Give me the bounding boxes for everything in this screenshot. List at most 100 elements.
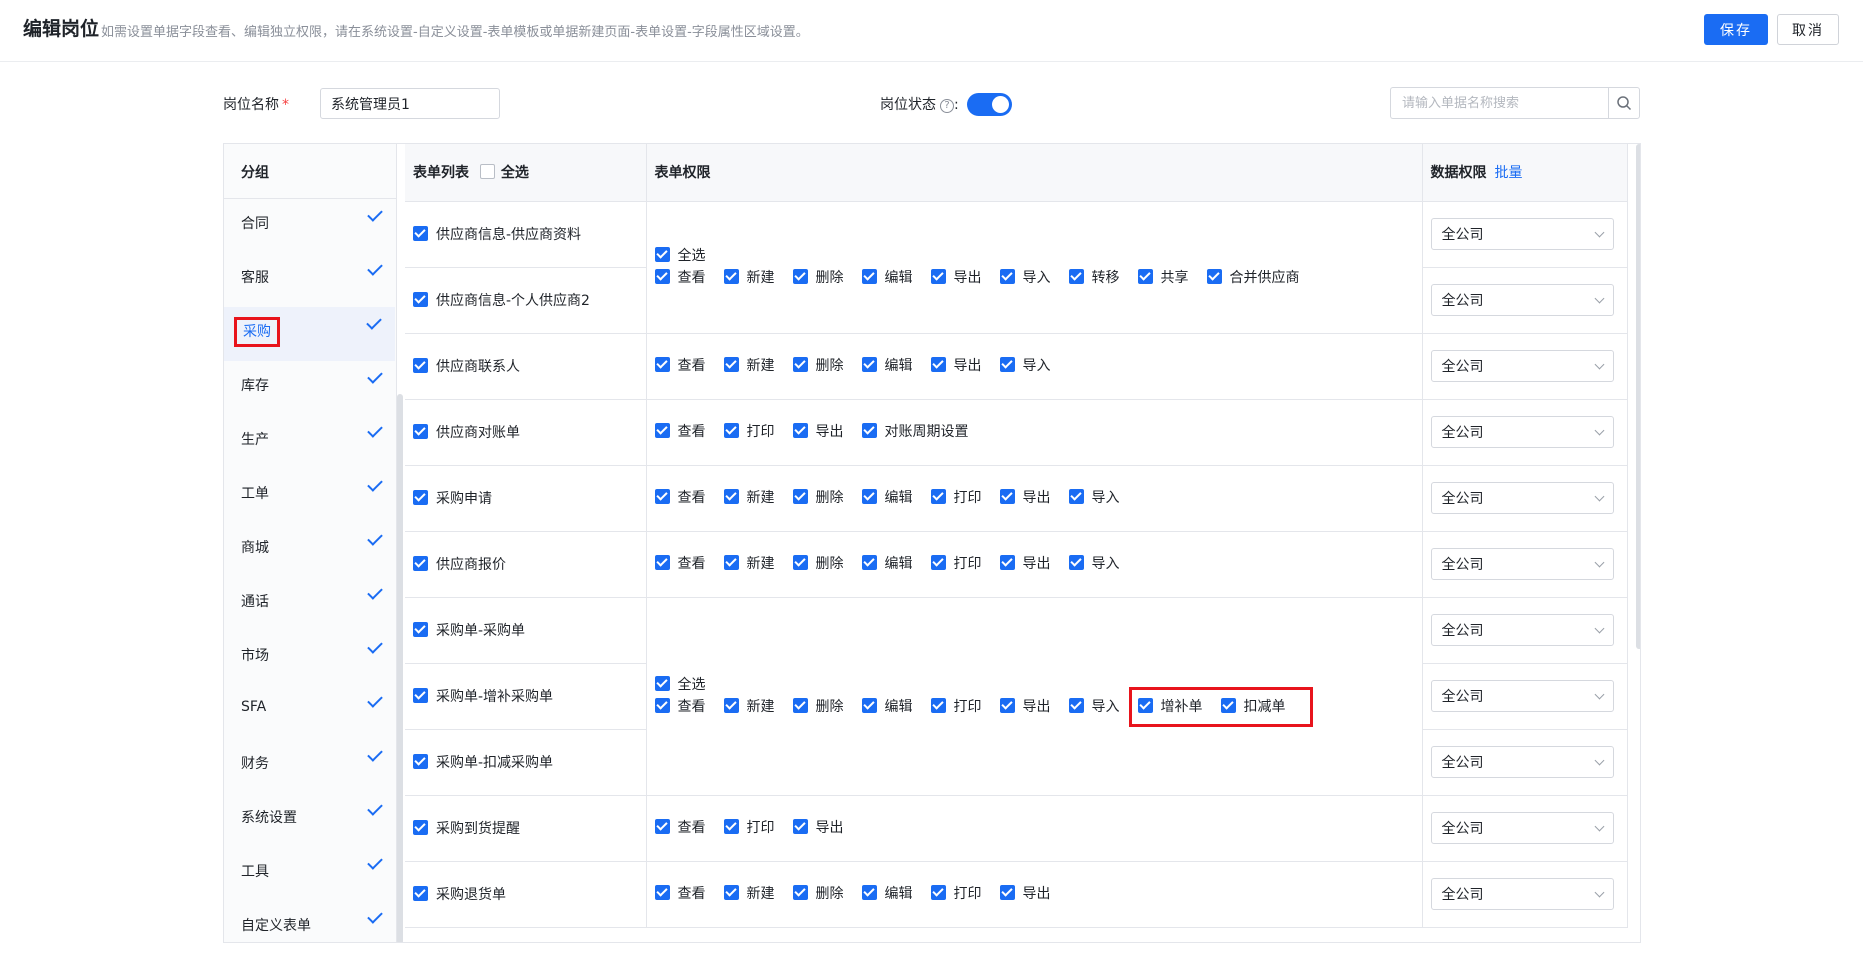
perm-item[interactable]: 导出 xyxy=(999,553,1051,575)
perm-item[interactable]: 查看 xyxy=(654,487,706,509)
perm-item[interactable]: 新建 xyxy=(723,355,775,377)
perm-item[interactable]: 导出 xyxy=(930,355,982,377)
row-checkbox[interactable] xyxy=(413,688,428,703)
perm-item[interactable]: 编辑 xyxy=(861,487,913,509)
sidebar-item-contract[interactable]: 合同 xyxy=(224,199,396,253)
perm-item[interactable]: 导入 xyxy=(1068,696,1120,718)
data-scope-select[interactable]: 全公司 xyxy=(1430,746,1614,778)
sidebar-item-service[interactable]: 客服 xyxy=(224,253,396,307)
perm-checkbox[interactable] xyxy=(861,489,877,504)
sidebar-item-system-settings[interactable]: 系统设置 xyxy=(224,793,396,847)
sidebar-item-mall[interactable]: 商城 xyxy=(224,523,396,577)
perm-checkbox[interactable] xyxy=(1068,555,1084,570)
position-name-input[interactable] xyxy=(320,88,500,119)
perm-item[interactable]: 导入 xyxy=(1068,553,1120,575)
perm-item[interactable]: 导出 xyxy=(999,696,1051,718)
perm-checkbox[interactable] xyxy=(930,489,946,504)
perm-checkbox[interactable] xyxy=(792,489,808,504)
perm-item[interactable]: 导出 xyxy=(999,487,1051,509)
perm-checkbox[interactable] xyxy=(654,698,670,713)
perm-item[interactable]: 打印 xyxy=(930,553,982,575)
batch-link[interactable]: 批量 xyxy=(1495,165,1523,181)
perm-checkbox[interactable] xyxy=(792,423,808,438)
perm-checkbox[interactable] xyxy=(654,489,670,504)
perm-item[interactable]: 编辑 xyxy=(861,267,913,289)
perm-item[interactable]: 导出 xyxy=(930,267,982,289)
perm-checkbox[interactable] xyxy=(654,555,670,570)
perm-checkbox[interactable] xyxy=(654,819,670,834)
perm-item[interactable]: 新建 xyxy=(723,267,775,289)
row-checkbox[interactable] xyxy=(413,358,428,373)
perm-item[interactable]: 导出 xyxy=(792,421,844,443)
perm-checkbox[interactable] xyxy=(861,423,877,438)
row-checkbox[interactable] xyxy=(413,820,428,835)
sidebar-item-market[interactable]: 市场 xyxy=(224,631,396,685)
perm-checkbox[interactable] xyxy=(999,885,1015,900)
perm-checkbox[interactable] xyxy=(999,489,1015,504)
help-icon[interactable]: ? xyxy=(940,99,954,113)
perm-item[interactable]: 查看 xyxy=(654,817,706,839)
perm-checkbox[interactable] xyxy=(654,885,670,900)
data-scope-select[interactable]: 全公司 xyxy=(1430,878,1614,910)
sidebar-item-sfa[interactable]: SFA xyxy=(224,685,396,739)
perm-item[interactable]: 打印 xyxy=(723,817,775,839)
cancel-button[interactable]: 取消 xyxy=(1777,14,1839,45)
perm-item[interactable]: 新建 xyxy=(723,883,775,905)
perm-checkbox[interactable] xyxy=(1220,698,1236,713)
row-checkbox[interactable] xyxy=(413,226,428,241)
perm-checkbox[interactable] xyxy=(792,357,808,372)
sidebar-item-inventory[interactable]: 库存 xyxy=(224,361,396,415)
search-input[interactable] xyxy=(1390,87,1608,119)
perm-select-all-checkbox[interactable] xyxy=(654,247,670,262)
perm-item[interactable]: 删除 xyxy=(792,487,844,509)
perm-item[interactable]: 导出 xyxy=(792,817,844,839)
perm-item[interactable]: 打印 xyxy=(723,421,775,443)
perm-checkbox[interactable] xyxy=(999,357,1015,372)
perm-item[interactable]: 打印 xyxy=(930,883,982,905)
perm-checkbox[interactable] xyxy=(723,698,739,713)
perm-checkbox[interactable] xyxy=(723,423,739,438)
perm-checkbox[interactable] xyxy=(654,423,670,438)
perm-checkbox[interactable] xyxy=(861,885,877,900)
perm-item[interactable]: 查看 xyxy=(654,421,706,443)
row-checkbox[interactable] xyxy=(413,490,428,505)
perm-checkbox[interactable] xyxy=(1137,269,1153,284)
perm-item[interactable]: 编辑 xyxy=(861,696,913,718)
perm-item[interactable]: 查看 xyxy=(654,883,706,905)
sidebar-item-call[interactable]: 通话 xyxy=(224,577,396,631)
perm-checkbox[interactable] xyxy=(930,357,946,372)
data-scope-select[interactable]: 全公司 xyxy=(1430,416,1614,448)
perm-checkbox[interactable] xyxy=(723,269,739,284)
perm-item[interactable]: 编辑 xyxy=(861,553,913,575)
perm-checkbox[interactable] xyxy=(654,357,670,372)
row-checkbox[interactable] xyxy=(413,292,428,307)
perm-item[interactable]: 编辑 xyxy=(861,355,913,377)
row-checkbox[interactable] xyxy=(413,424,428,439)
perm-checkbox[interactable] xyxy=(723,489,739,504)
perm-checkbox[interactable] xyxy=(999,698,1015,713)
perm-item[interactable]: 打印 xyxy=(930,487,982,509)
perm-checkbox[interactable] xyxy=(723,819,739,834)
perm-checkbox[interactable] xyxy=(861,269,877,284)
perm-checkbox[interactable] xyxy=(723,357,739,372)
position-status-toggle[interactable] xyxy=(967,93,1012,116)
perm-item[interactable]: 扣减单 xyxy=(1220,696,1286,718)
perm-item[interactable]: 新建 xyxy=(723,696,775,718)
sidebar-item-custom-forms[interactable]: 自定义表单 xyxy=(224,901,396,942)
perm-checkbox[interactable] xyxy=(861,357,877,372)
perm-item[interactable]: 查看 xyxy=(654,553,706,575)
perm-checkbox[interactable] xyxy=(861,698,877,713)
sidebar-scrollbar[interactable] xyxy=(397,394,403,942)
perm-checkbox[interactable] xyxy=(792,885,808,900)
perm-item[interactable]: 导入 xyxy=(999,267,1051,289)
perm-item[interactable]: 删除 xyxy=(792,696,844,718)
data-scope-select[interactable]: 全公司 xyxy=(1430,548,1614,580)
perm-checkbox[interactable] xyxy=(861,555,877,570)
perm-checkbox[interactable] xyxy=(1206,269,1222,284)
perm-checkbox[interactable] xyxy=(654,269,670,284)
data-scope-select[interactable]: 全公司 xyxy=(1430,284,1614,316)
perm-checkbox[interactable] xyxy=(792,269,808,284)
perm-item[interactable]: 查看 xyxy=(654,267,706,289)
perm-item[interactable]: 查看 xyxy=(654,355,706,377)
select-all-checkbox[interactable] xyxy=(479,164,495,180)
